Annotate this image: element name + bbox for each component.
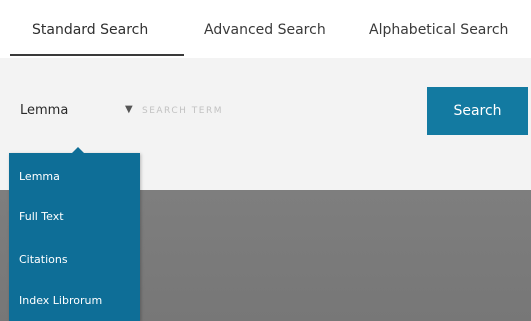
search-type-label: Lemma [20,103,69,118]
search-type-select[interactable]: Lemma ▼ [20,103,138,121]
search-tabs: Standard Search Advanced Search Alphabet… [0,0,531,58]
tab-alphabetical-search[interactable]: Alphabetical Search [369,22,508,38]
dropdown-item-lemma[interactable]: Lemma [19,170,60,183]
tab-standard-search[interactable]: Standard Search [32,22,148,38]
dropdown-item-index-librorum[interactable]: Index Librorum [19,294,102,307]
search-button[interactable]: Search [427,87,528,135]
tab-advanced-search[interactable]: Advanced Search [204,22,326,38]
active-tab-indicator [10,54,184,56]
dropdown-item-citations[interactable]: Citations [19,253,68,266]
dropdown-item-full-text[interactable]: Full Text [19,210,64,223]
search-input[interactable] [142,100,414,122]
search-type-dropdown: Lemma Full Text Citations Index Librorum [9,147,140,321]
dropdown-pointer [72,147,84,153]
chevron-down-icon: ▼ [125,104,133,115]
